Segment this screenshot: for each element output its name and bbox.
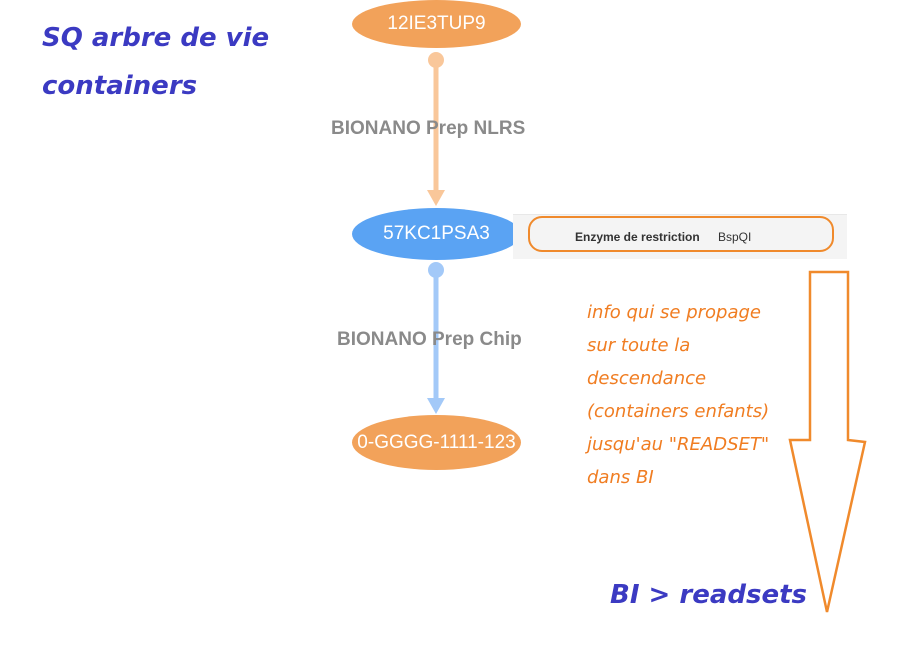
container-node-label: 57KC1PSA3 xyxy=(383,223,490,244)
edge-start-dot xyxy=(428,52,444,68)
property-value: BspQI xyxy=(718,230,752,244)
container-node-label: 0-GGGG-1111-123 xyxy=(357,431,516,453)
propagation-note: info qui se propage sur toute la descend… xyxy=(587,296,797,494)
property-key: Enzyme de restriction xyxy=(575,230,700,244)
container-node-child[interactable]: 0-GGGG-1111-123 xyxy=(352,415,521,470)
container-node-label: 12IE3TUP9 xyxy=(387,13,486,34)
edge-arrowhead xyxy=(427,190,445,206)
note-line: jusqu'au "READSET" xyxy=(587,434,770,455)
container-node-selected[interactable]: 57KC1PSA3 xyxy=(352,208,521,260)
note-line: dans BI xyxy=(587,467,654,488)
note-line: (containers enfants) xyxy=(587,401,770,422)
down-arrow-outline-icon xyxy=(788,270,867,613)
note-line: info qui se propage xyxy=(587,302,762,323)
edge-label-prep-chip: BIONANO Prep Chip xyxy=(337,329,522,350)
edge-arrowhead xyxy=(427,398,445,414)
destination-label: BI > readsets xyxy=(610,580,808,610)
note-line: descendance xyxy=(587,368,707,389)
container-node-parent[interactable]: 12IE3TUP9 xyxy=(352,0,521,48)
note-line: sur toute la xyxy=(587,335,691,356)
edge-start-dot xyxy=(428,262,444,278)
edge-label-prep-nlrs: BIONANO Prep NLRS xyxy=(331,118,526,139)
